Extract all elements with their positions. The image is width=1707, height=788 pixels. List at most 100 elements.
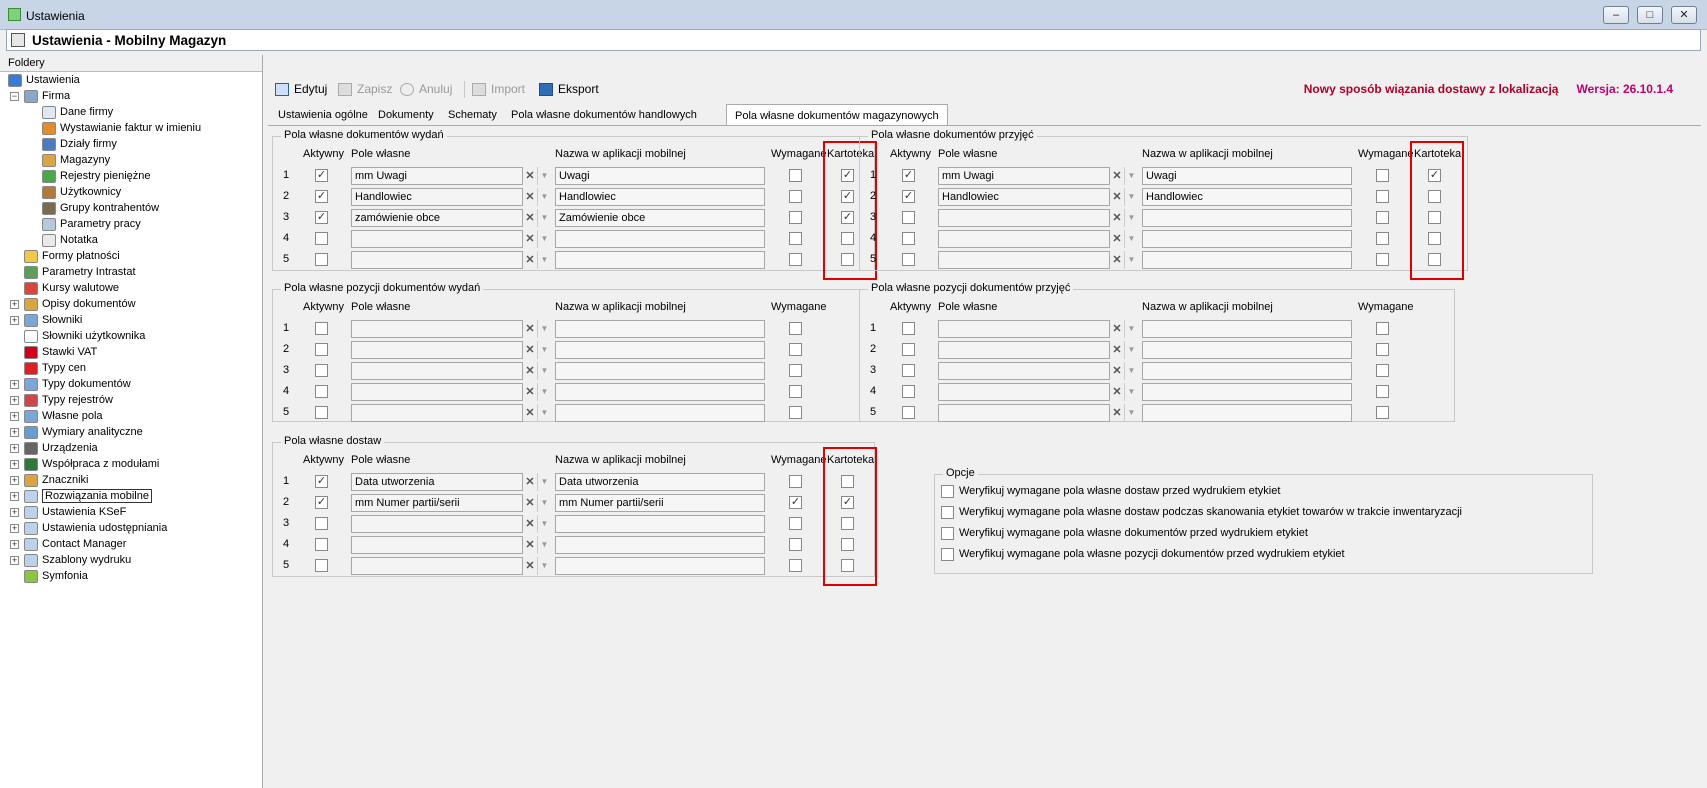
custom-field-select[interactable]: Handlowiec	[351, 188, 523, 206]
active-checkbox[interactable]	[902, 253, 915, 266]
required-checkbox[interactable]	[1376, 343, 1389, 356]
required-checkbox[interactable]	[789, 517, 802, 530]
active-checkbox[interactable]	[315, 322, 328, 335]
active-checkbox[interactable]: ✓	[315, 211, 328, 224]
tree-item[interactable]: Firma	[24, 88, 70, 104]
mobile-name-input[interactable]	[1142, 362, 1352, 380]
mobile-name-input[interactable]	[1142, 251, 1352, 269]
tree-item[interactable]: Współpraca z modułami	[24, 456, 159, 472]
custom-field-select[interactable]	[938, 341, 1110, 359]
tab-general-settings[interactable]: Ustawienia ogólne	[270, 106, 376, 126]
expand-icon[interactable]: +	[10, 412, 19, 421]
active-checkbox[interactable]	[315, 385, 328, 398]
mobile-name-input[interactable]	[555, 515, 765, 533]
active-checkbox[interactable]	[902, 406, 915, 419]
dropdown-icon[interactable]: ▼	[537, 362, 551, 380]
clear-icon[interactable]: ✕	[523, 515, 537, 533]
tree-item[interactable]: Formy płatności	[24, 248, 120, 264]
custom-field-select[interactable]	[351, 362, 523, 380]
clear-icon[interactable]: ✕	[1110, 404, 1124, 422]
tab-schemes[interactable]: Schematy	[440, 106, 505, 126]
mobile-name-input[interactable]	[1142, 404, 1352, 422]
required-checkbox[interactable]	[1376, 232, 1389, 245]
import-button[interactable]: Import	[472, 81, 525, 97]
clear-icon[interactable]: ✕	[523, 383, 537, 401]
tree-item[interactable]: Urządzenia	[24, 440, 98, 456]
required-checkbox[interactable]	[1376, 322, 1389, 335]
tree-item[interactable]: Notatka	[42, 232, 98, 248]
dropdown-icon[interactable]: ▼	[1124, 320, 1138, 338]
tree-item[interactable]: Szablony wydruku	[24, 552, 131, 568]
clear-icon[interactable]: ✕	[523, 536, 537, 554]
option-checkbox[interactable]	[941, 485, 954, 498]
tree-item[interactable]: Stawki VAT	[24, 344, 97, 360]
mobile-name-input[interactable]: Data utworzenia	[555, 473, 765, 491]
clear-icon[interactable]: ✕	[523, 251, 537, 269]
dropdown-icon[interactable]: ▼	[537, 383, 551, 401]
active-checkbox[interactable]	[315, 364, 328, 377]
custom-field-select[interactable]	[938, 383, 1110, 401]
required-checkbox[interactable]	[789, 406, 802, 419]
clear-icon[interactable]: ✕	[1110, 320, 1124, 338]
mobile-name-input[interactable]	[555, 383, 765, 401]
active-checkbox[interactable]	[902, 364, 915, 377]
required-checkbox[interactable]	[789, 322, 802, 335]
expand-icon[interactable]: +	[10, 444, 19, 453]
tree-item[interactable]: Własne pola	[24, 408, 103, 424]
dropdown-icon[interactable]: ▼	[537, 341, 551, 359]
tree-item[interactable]: Rozwiązania mobilne	[24, 488, 152, 504]
tree-item[interactable]: Słowniki	[24, 312, 82, 328]
tree-item[interactable]: Parametry pracy	[42, 216, 141, 232]
required-checkbox[interactable]	[789, 538, 802, 551]
dropdown-icon[interactable]: ▼	[1124, 362, 1138, 380]
active-checkbox[interactable]: ✓	[315, 169, 328, 182]
custom-field-select[interactable]	[938, 404, 1110, 422]
mobile-name-input[interactable]	[1142, 320, 1352, 338]
mobile-name-input[interactable]	[555, 341, 765, 359]
mobile-name-input[interactable]: Uwagi	[555, 167, 765, 185]
custom-field-select[interactable]	[351, 341, 523, 359]
mobile-name-input[interactable]	[1142, 209, 1352, 227]
dropdown-icon[interactable]: ▼	[537, 404, 551, 422]
custom-field-select[interactable]	[938, 209, 1110, 227]
expand-icon[interactable]: +	[10, 460, 19, 469]
dropdown-icon[interactable]: ▼	[537, 209, 551, 227]
expand-icon[interactable]: +	[10, 396, 19, 405]
required-checkbox[interactable]	[789, 190, 802, 203]
required-checkbox[interactable]	[1376, 385, 1389, 398]
dropdown-icon[interactable]: ▼	[537, 557, 551, 575]
tree-item[interactable]: Ustawienia udostępniania	[24, 520, 167, 536]
clear-icon[interactable]: ✕	[1110, 167, 1124, 185]
tree-item[interactable]: Słowniki użytkownika	[24, 328, 145, 344]
mobile-name-input[interactable]	[555, 557, 765, 575]
tree-item[interactable]: Ustawienia KSeF	[24, 504, 126, 520]
option-checkbox[interactable]	[941, 548, 954, 561]
active-checkbox[interactable]: ✓	[902, 190, 915, 203]
tree-item[interactable]: Działy firmy	[42, 136, 117, 152]
required-checkbox[interactable]	[789, 475, 802, 488]
option-checkbox[interactable]	[941, 506, 954, 519]
custom-field-select[interactable]	[351, 515, 523, 533]
mobile-name-input[interactable]	[555, 251, 765, 269]
tree-item[interactable]: Symfonia	[24, 568, 88, 584]
active-checkbox[interactable]	[902, 385, 915, 398]
active-checkbox[interactable]	[902, 211, 915, 224]
clear-icon[interactable]: ✕	[523, 188, 537, 206]
dropdown-icon[interactable]: ▼	[1124, 341, 1138, 359]
required-checkbox[interactable]	[1376, 406, 1389, 419]
required-checkbox[interactable]	[789, 211, 802, 224]
custom-field-select[interactable]	[351, 320, 523, 338]
dropdown-icon[interactable]: ▼	[537, 515, 551, 533]
active-checkbox[interactable]	[315, 538, 328, 551]
active-checkbox[interactable]	[315, 517, 328, 530]
dropdown-icon[interactable]: ▼	[537, 167, 551, 185]
export-button[interactable]: Eksport	[539, 81, 599, 97]
active-checkbox[interactable]	[315, 232, 328, 245]
tree-item[interactable]: Rejestry pieniężne	[42, 168, 151, 184]
custom-field-select[interactable]: mm Uwagi	[351, 167, 523, 185]
active-checkbox[interactable]: ✓	[315, 190, 328, 203]
clear-icon[interactable]: ✕	[523, 230, 537, 248]
tree-item[interactable]: Użytkownicy	[42, 184, 121, 200]
required-checkbox[interactable]	[1376, 211, 1389, 224]
tree-item[interactable]: Wystawianie faktur w imieniu	[42, 120, 201, 136]
